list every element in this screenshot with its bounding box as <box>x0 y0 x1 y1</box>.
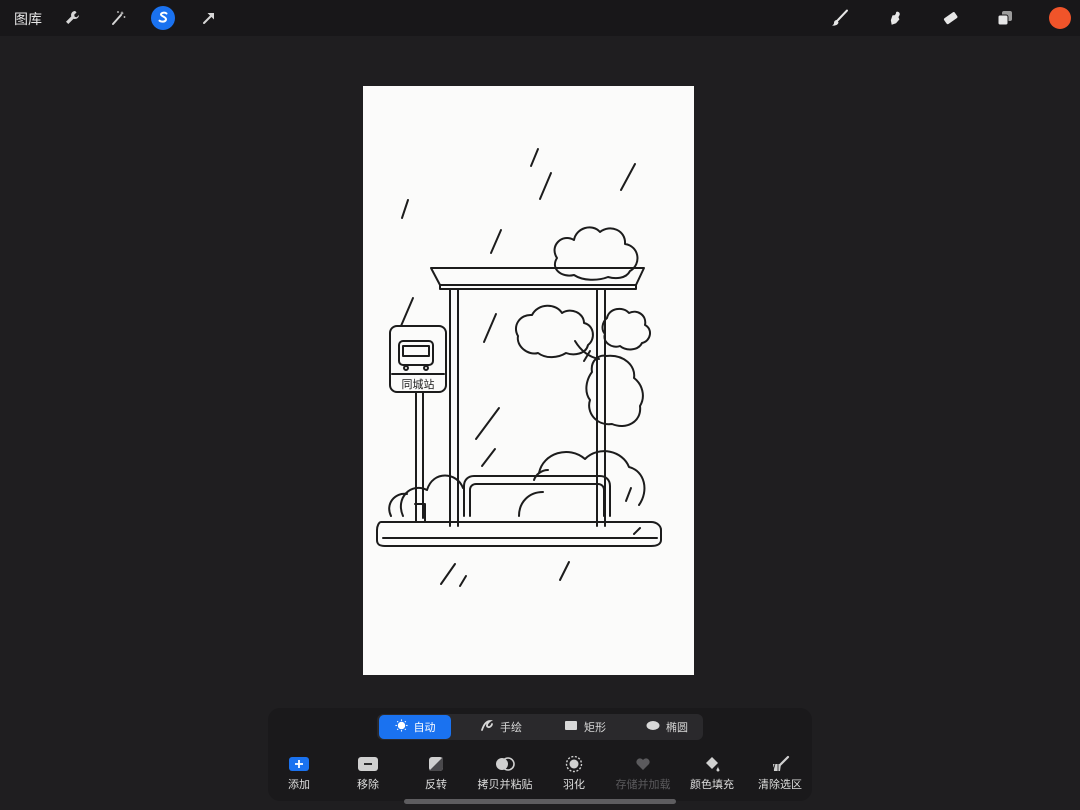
magic-wand-icon[interactable] <box>106 6 130 30</box>
feather-label: 羽化 <box>563 778 585 791</box>
bus-stop-sign-text: 同城站 <box>402 377 435 391</box>
gallery-button[interactable]: 图库 <box>14 9 42 29</box>
selection-icon[interactable] <box>151 6 175 30</box>
mode-ellipse[interactable]: 椭圆 <box>632 715 702 739</box>
clear-selection-label: 清除选区 <box>758 778 802 791</box>
home-indicator <box>404 799 676 804</box>
mode-rectangle[interactable]: 矩形 <box>550 715 620 739</box>
color-picker-swatch[interactable] <box>1049 7 1071 29</box>
copy-paste-icon <box>465 755 545 773</box>
smudge-icon[interactable] <box>883 6 907 30</box>
freehand-icon <box>480 719 494 735</box>
save-load-label: 存储并加载 <box>615 778 671 791</box>
save-load-button[interactable]: 存储并加载 <box>603 755 683 792</box>
sun-icon <box>394 719 408 735</box>
mode-rectangle-label: 矩形 <box>584 721 606 734</box>
brush-icon[interactable] <box>828 6 852 30</box>
invert-label: 反转 <box>425 778 447 791</box>
mode-automatic[interactable]: 自动 <box>379 715 451 739</box>
copy-paste-button[interactable]: 拷贝并粘贴 <box>465 755 545 792</box>
clear-selection-button[interactable]: 清除选区 <box>740 755 820 792</box>
add-button[interactable]: 添加 <box>259 755 339 792</box>
drawing-canvas[interactable]: 同城站 <box>363 86 694 675</box>
layers-icon[interactable] <box>993 6 1017 30</box>
mode-freehand[interactable]: 手绘 <box>466 715 536 739</box>
add-label: 添加 <box>288 778 310 791</box>
add-icon <box>259 755 339 773</box>
copy-paste-label: 拷贝并粘贴 <box>477 778 533 791</box>
bus-stop-sketch: 同城站 <box>376 148 662 587</box>
remove-label: 移除 <box>357 778 379 791</box>
clear-selection-icon <box>740 755 820 773</box>
eraser-icon[interactable] <box>938 6 962 30</box>
mode-ellipse-label: 椭圆 <box>666 721 688 734</box>
color-fill-label: 颜色填充 <box>690 778 734 791</box>
invert-icon <box>396 755 476 773</box>
mode-freehand-label: 手绘 <box>500 721 522 734</box>
ellipse-icon <box>646 720 660 734</box>
transform-arrow-icon[interactable] <box>197 6 221 30</box>
rectangle-icon <box>564 720 578 734</box>
heart-icon <box>603 755 683 773</box>
mode-automatic-label: 自动 <box>413 721 436 734</box>
feather-button[interactable]: 羽化 <box>534 755 614 792</box>
feather-icon <box>534 755 614 773</box>
invert-button[interactable]: 反转 <box>396 755 476 792</box>
wrench-icon[interactable] <box>60 6 84 30</box>
